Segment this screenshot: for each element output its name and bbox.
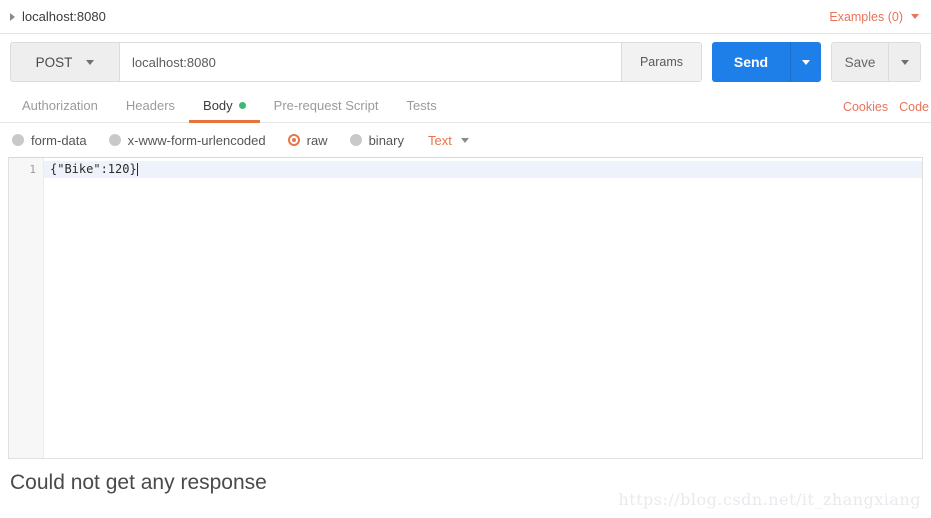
tab-label: Authorization: [22, 98, 98, 113]
request-url-row: POST Params Send Save: [0, 34, 931, 90]
request-tab-title: localhost:8080: [22, 9, 106, 24]
watermark-text: https://blog.csdn.net/it_zhangxiang: [618, 490, 921, 509]
send-options-button[interactable]: [790, 42, 821, 82]
editor-line[interactable]: {"Bike":120}: [44, 161, 922, 178]
request-utility-links: Cookies Code: [843, 100, 931, 122]
examples-label: Examples (0): [829, 9, 903, 24]
http-method-label: POST: [35, 54, 73, 70]
tab-label: Pre-request Script: [273, 98, 379, 113]
body-type-raw[interactable]: raw: [287, 132, 328, 148]
editor-line-content: {"Bike":120}: [50, 162, 137, 176]
raw-format-label: Text: [428, 132, 452, 148]
editor-gutter: 1: [9, 158, 44, 458]
body-type-binary[interactable]: binary: [349, 132, 404, 148]
request-section-tabs: Authorization Headers Body Pre-request S…: [0, 90, 931, 123]
save-button-group: Save: [831, 42, 921, 82]
body-content-indicator-icon: [238, 102, 246, 109]
tab-label: Body: [203, 98, 233, 113]
chevron-down-icon: [802, 59, 810, 65]
save-button[interactable]: Save: [831, 42, 889, 82]
http-method-select[interactable]: POST: [10, 42, 120, 82]
params-button[interactable]: Params: [621, 43, 701, 81]
examples-dropdown[interactable]: Examples (0): [829, 10, 919, 24]
url-input[interactable]: [120, 43, 621, 81]
tab-label: Headers: [125, 98, 176, 113]
tab-tests[interactable]: Tests: [392, 91, 450, 123]
code-link[interactable]: Code: [899, 100, 929, 114]
body-type-label: form-data: [31, 132, 87, 148]
tab-body[interactable]: Body: [189, 91, 260, 123]
request-tab-bar: localhost:8080 Examples (0): [0, 0, 931, 34]
tab-label: Tests: [406, 98, 437, 113]
tab-pre-request-script[interactable]: Pre-request Script: [260, 91, 393, 123]
chevron-down-icon: [900, 59, 909, 65]
radio-icon[interactable]: [349, 134, 362, 146]
radio-icon[interactable]: [108, 134, 121, 146]
radio-icon[interactable]: [287, 134, 300, 146]
save-options-button[interactable]: [889, 42, 921, 82]
body-type-label: x-www-form-urlencoded: [127, 132, 266, 148]
body-type-label: raw: [306, 132, 328, 148]
body-type-urlencoded[interactable]: x-www-form-urlencoded: [108, 132, 266, 148]
body-type-label: binary: [368, 132, 404, 148]
body-type-form-data[interactable]: form-data: [12, 133, 87, 148]
body-type-selector: form-data x-www-form-urlencoded raw bina…: [0, 123, 931, 157]
editor-line-number: 1: [29, 163, 36, 176]
tab-authorization[interactable]: Authorization: [8, 91, 112, 123]
cookies-link[interactable]: Cookies: [843, 100, 888, 114]
request-body-editor[interactable]: 1 {"Bike":120}: [8, 157, 923, 459]
url-field-wrapper: Params: [120, 42, 702, 82]
tab-headers[interactable]: Headers: [112, 91, 189, 123]
text-cursor-icon: [136, 163, 138, 176]
request-tab[interactable]: localhost:8080: [10, 9, 106, 24]
chevron-down-icon[interactable]: [460, 137, 469, 143]
caret-right-icon[interactable]: [10, 12, 15, 21]
send-button-group: Send: [712, 42, 821, 82]
radio-icon[interactable]: [12, 134, 24, 146]
chevron-down-icon[interactable]: [911, 14, 919, 19]
chevron-down-icon[interactable]: [86, 59, 95, 65]
raw-format-select[interactable]: Text: [428, 133, 469, 148]
send-button[interactable]: Send: [712, 42, 790, 82]
editor-code-area[interactable]: {"Bike":120}: [44, 158, 922, 458]
